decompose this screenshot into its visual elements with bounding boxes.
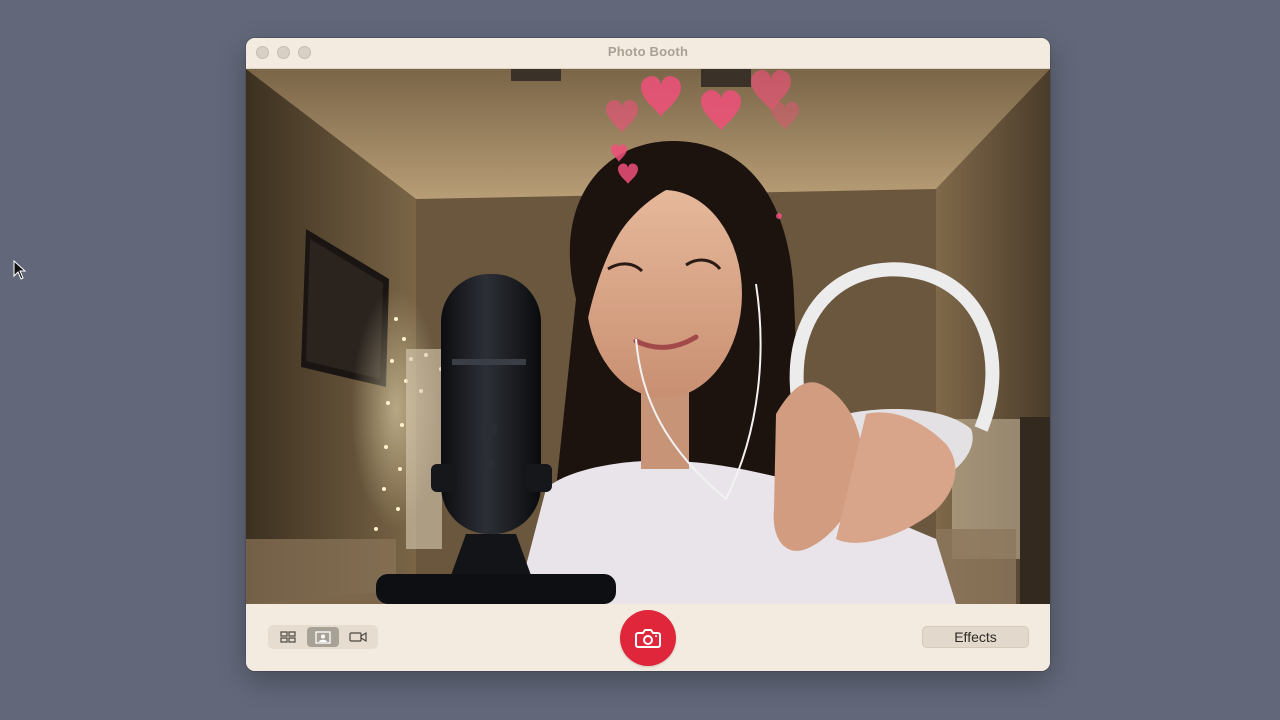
camera-preview bbox=[246, 69, 1050, 604]
effects-button[interactable]: Effects bbox=[922, 626, 1029, 648]
camera-icon bbox=[635, 629, 661, 648]
mouse-cursor-icon bbox=[13, 260, 27, 280]
four-up-grid-icon bbox=[280, 631, 296, 643]
window-title: Photo Booth bbox=[607, 44, 689, 59]
photo-booth-window: Photo Booth Effects bbox=[246, 38, 1050, 671]
desktop: Photo Booth Effects bbox=[0, 0, 1280, 720]
video-camera-icon bbox=[349, 631, 367, 643]
camera-feed-image bbox=[246, 69, 1050, 604]
single-photo-icon bbox=[315, 630, 331, 644]
bottom-toolbar: Effects bbox=[246, 604, 1050, 671]
title-bar[interactable]: Photo Booth bbox=[246, 38, 1050, 69]
single-photo-mode-button[interactable] bbox=[307, 627, 339, 647]
take-photo-button[interactable] bbox=[620, 610, 676, 666]
capture-mode-selector bbox=[268, 625, 378, 649]
four-up-mode-button[interactable] bbox=[272, 627, 304, 647]
video-mode-button[interactable] bbox=[342, 627, 374, 647]
